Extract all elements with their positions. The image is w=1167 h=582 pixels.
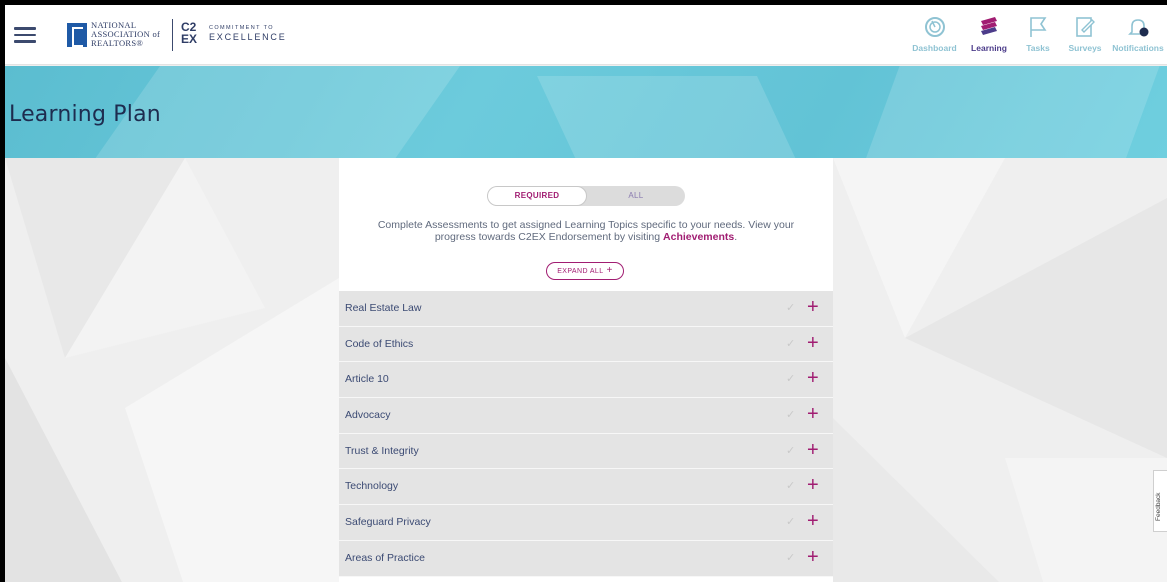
check-icon: ✓ <box>786 516 796 529</box>
c2ex-title: EXCELLENCE <box>209 32 287 42</box>
topic-label: Real Estate Law <box>345 302 422 314</box>
check-icon: ✓ <box>786 373 796 386</box>
feedback-label: Feedback <box>1155 492 1162 521</box>
expand-topic-icon[interactable]: + <box>807 438 819 462</box>
nav-notifications-label: Notifications <box>1112 43 1164 53</box>
feedback-tab[interactable]: Feedback <box>1153 470 1167 532</box>
tasks-icon <box>1030 17 1047 37</box>
topic-label: Advocacy <box>345 409 391 422</box>
expand-topic-icon[interactable]: + <box>807 366 819 390</box>
topic-row[interactable]: Safeguard Privacy ✓ + <box>339 505 833 541</box>
intro-text: Complete Assessments to get assigned Lea… <box>359 219 813 243</box>
expand-topic-icon[interactable]: + <box>807 473 819 497</box>
topic-label: Safeguard Privacy <box>345 516 431 529</box>
expand-topic-icon[interactable]: + <box>807 331 819 355</box>
surveys-icon <box>1076 17 1095 37</box>
menu-icon[interactable] <box>14 27 36 43</box>
logo-divider <box>172 19 173 51</box>
expand-topic-icon[interactable]: + <box>807 295 819 319</box>
filter-toggle: REQUIRED ALL <box>487 186 685 206</box>
nav-tasks[interactable]: Tasks <box>1015 15 1061 53</box>
nav-learning-label: Learning <box>971 43 1007 53</box>
topic-row[interactable]: Code of Ethics ✓ + <box>339 326 833 363</box>
dashboard-icon <box>924 17 945 37</box>
realtor-r-icon <box>67 22 87 47</box>
topic-label: Areas of Practice <box>345 551 425 564</box>
expand-topic-icon[interactable]: + <box>807 545 819 569</box>
c2ex-logo-icon[interactable]: C2 EX <box>181 21 203 47</box>
c2ex-logo-text: COMMITMENT TO EXCELLENCE <box>209 25 287 42</box>
toggle-all[interactable]: ALL <box>587 186 685 206</box>
notifications-icon <box>1128 19 1149 37</box>
topic-row[interactable]: Article 10 ✓ + <box>339 362 833 399</box>
check-icon: ✓ <box>786 480 796 493</box>
check-icon: ✓ <box>786 551 796 564</box>
c2ex-mark-bottom: EX <box>181 32 198 46</box>
topic-label: Technology <box>345 480 399 493</box>
nav-surveys[interactable]: Surveys <box>1061 15 1109 53</box>
nar-logo-text: NATIONAL ASSOCIATION of REALTORS® <box>91 21 160 48</box>
c2ex-tagline: COMMITMENT TO <box>209 25 274 31</box>
check-icon: ✓ <box>786 444 796 457</box>
nav-surveys-label: Surveys <box>1068 43 1102 53</box>
expand-topic-icon[interactable]: + <box>807 402 819 426</box>
nav-dashboard[interactable]: Dashboard <box>906 15 963 53</box>
check-icon: ✓ <box>786 409 796 422</box>
learning-plan-panel: REQUIRED ALL Complete Assessments to get… <box>339 158 833 582</box>
topic-row[interactable]: Real Estate Law ✓ + <box>339 291 833 327</box>
app-frame: NATIONAL ASSOCIATION of REALTORS® C2 EX … <box>5 5 1167 582</box>
expand-topic-icon[interactable]: + <box>807 509 819 533</box>
expand-all-button[interactable]: EXPAND ALL + <box>546 262 624 280</box>
top-header: NATIONAL ASSOCIATION of REALTORS® C2 EX … <box>5 5 1167 65</box>
nav-tasks-label: Tasks <box>1026 43 1050 53</box>
achievements-link[interactable]: Achievements <box>663 231 734 243</box>
plus-icon: + <box>606 265 613 276</box>
nar-line-3: REALTORS® <box>91 38 144 48</box>
learning-icon <box>981 17 997 35</box>
page-banner: Learning Plan <box>5 66 1167 158</box>
page-title: Learning Plan <box>9 102 161 127</box>
topic-label: Article 10 <box>345 373 389 386</box>
topic-row[interactable]: Technology ✓ + <box>339 469 833 506</box>
main-nav: Dashboard Learning Tasks Surveys Notific… <box>906 15 1167 53</box>
nav-dashboard-label: Dashboard <box>912 43 957 53</box>
expand-all-label: EXPAND ALL <box>557 268 604 275</box>
topic-label: Code of Ethics <box>345 337 414 350</box>
topic-label: Trust & Integrity <box>345 444 419 457</box>
topic-row[interactable]: Advocacy ✓ + <box>339 398 833 434</box>
topic-list: Real Estate Law ✓ + Code of Ethics ✓ + Article… <box>339 291 833 577</box>
nav-notifications[interactable]: Notifications <box>1109 15 1167 53</box>
topic-row[interactable]: Trust & Integrity ✓ + <box>339 433 833 470</box>
topic-row[interactable]: Areas of Practice ✓ + <box>339 540 833 577</box>
nav-learning[interactable]: Learning <box>963 15 1015 53</box>
nar-logo[interactable]: NATIONAL ASSOCIATION of REALTORS® <box>67 21 160 48</box>
check-icon: ✓ <box>786 302 796 314</box>
toggle-required[interactable]: REQUIRED <box>487 186 587 206</box>
intro-text-end: . <box>734 231 738 243</box>
check-icon: ✓ <box>786 337 796 350</box>
